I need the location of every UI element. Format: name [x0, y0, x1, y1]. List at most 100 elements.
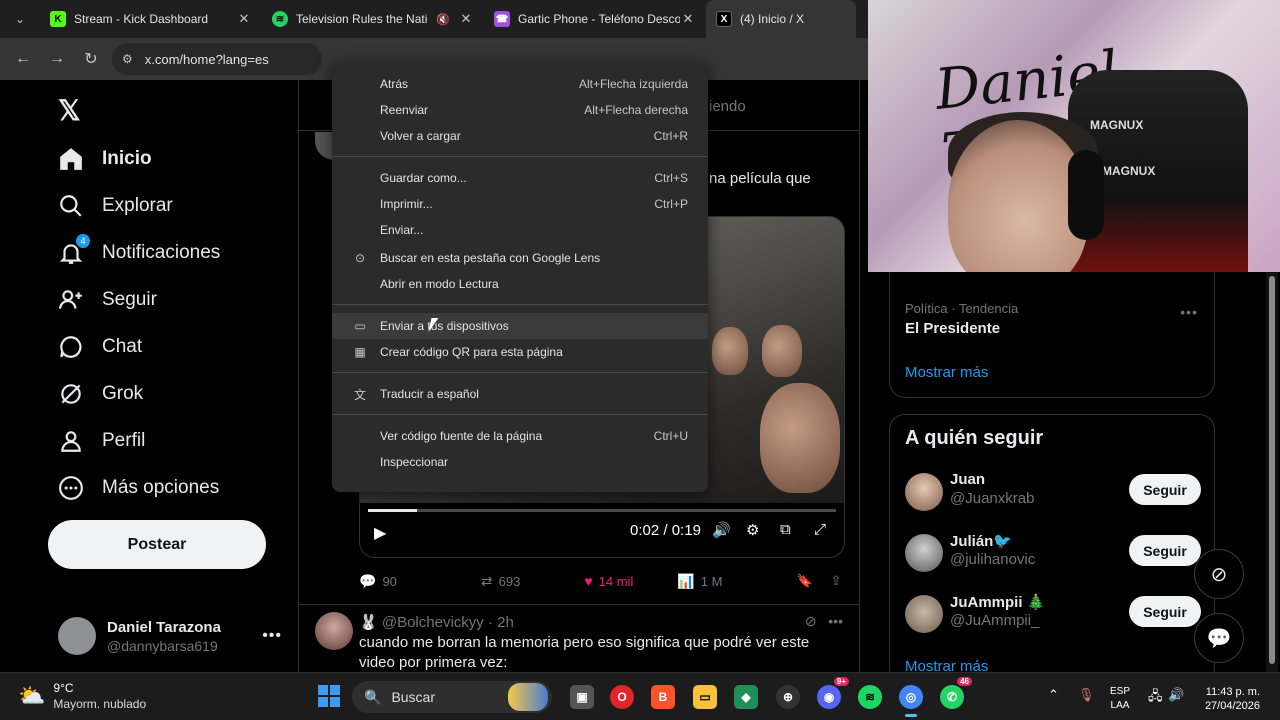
microphone-icon[interactable]: 🎙 — [1078, 687, 1095, 703]
whatsapp-badge: 46 — [957, 677, 972, 686]
close-icon[interactable]: ✕ — [680, 11, 696, 27]
menu-item[interactable]: 文 Traducir a español — [332, 381, 708, 407]
task-view-icon[interactable]: ▣ — [570, 685, 594, 709]
menu-item[interactable]: Enviar... — [332, 217, 708, 243]
menu-item[interactable]: ⊙ Buscar en esta pestaña con Google Lens — [332, 245, 708, 271]
follow-button[interactable]: Seguir — [1129, 535, 1201, 566]
menu-item[interactable]: Inspeccionar — [332, 449, 708, 475]
file-explorer-icon[interactable]: ▭ — [693, 685, 717, 709]
chevron-up-icon[interactable]: ⌃ — [1048, 687, 1059, 703]
menu-item[interactable]: Ver código fuente de la página Ctrl+U — [332, 423, 708, 449]
chrome-icon[interactable]: ◎ — [899, 685, 923, 717]
taskbar-search[interactable]: 🔍 Buscar — [352, 681, 552, 713]
notification-badge: 4 — [76, 234, 90, 248]
reload-icon[interactable]: ↻ — [74, 42, 108, 76]
who-to-follow-title: A quién seguir — [905, 427, 1044, 449]
trend-name[interactable]: El Presidente — [905, 320, 1000, 337]
grok-icon[interactable]: ⊘ — [805, 613, 817, 629]
site-settings-icon[interactable]: ⚙ — [122, 52, 133, 66]
muted-speaker-icon[interactable]: 🔇 — [436, 13, 450, 26]
fullscreen-icon[interactable]: ⤢ — [814, 521, 826, 538]
nav-follow[interactable]: Seguir — [58, 280, 157, 320]
settings-icon[interactable]: ⚙ — [746, 521, 759, 539]
language-indicator[interactable]: ESP LAA — [1110, 685, 1130, 713]
windows-start-icon[interactable] — [318, 685, 340, 707]
avatar[interactable] — [315, 612, 353, 650]
reply-button[interactable]: 💬 90 — [359, 573, 397, 590]
screen-recorder-icon[interactable]: ⊕ — [776, 685, 800, 709]
network-icon[interactable]: 🖧 — [1148, 687, 1163, 709]
menu-item[interactable]: Volver a cargar Ctrl+R — [332, 123, 708, 149]
nav-home[interactable]: Inicio — [58, 139, 152, 179]
post-button[interactable]: Postear — [48, 520, 266, 569]
nav-profile[interactable]: Perfil — [58, 421, 145, 461]
address-bar[interactable]: ⚙ x.com/home?lang=es — [112, 43, 322, 75]
close-icon[interactable]: ✕ — [236, 11, 252, 27]
feed-tab-following[interactable]: iendo — [709, 98, 746, 115]
account-switcher[interactable]: Daniel Tarazona @dannybarsa619 ••• — [58, 614, 282, 658]
spotify-icon[interactable]: ≋ — [858, 685, 882, 709]
pip-icon[interactable]: ⧉ — [780, 521, 791, 538]
whatsapp-icon[interactable]: ✆ 46 — [940, 677, 972, 709]
play-icon[interactable]: ▶ — [374, 523, 386, 543]
video-face — [760, 383, 840, 493]
nav-chat[interactable]: Chat — [58, 327, 142, 367]
show-more-link[interactable]: Mostrar más — [905, 364, 988, 381]
browser-tab-x[interactable]: X (4) Inicio / X — [706, 0, 856, 38]
browser-tab-gartic[interactable]: ☎ Gartic Phone - Teléfono Descon ✕ — [484, 0, 706, 38]
weather-widget[interactable]: ⛅ 9°C Mayorm. nublado — [18, 681, 146, 711]
follow-button[interactable]: Seguir — [1129, 596, 1201, 627]
tweet-time[interactable]: 2h — [497, 614, 514, 631]
menu-item-label: Abrir en modo Lectura — [380, 277, 499, 291]
menu-item[interactable]: ▭ Enviar a tus dispositivos — [332, 313, 708, 339]
follow-suggestion[interactable]: Juan @Juanxkrab Seguir — [905, 471, 1205, 511]
menu-item[interactable]: ▦ Crear código QR para esta página — [332, 339, 708, 365]
app-icon[interactable]: ◆ — [734, 685, 758, 709]
x-logo-icon[interactable]: 𝕏 — [58, 94, 81, 127]
tweet-handle[interactable]: @Bolchevickyy — [382, 614, 484, 631]
nav-more-options[interactable]: Más opciones — [58, 468, 219, 508]
tab-search-button[interactable]: ⌄ — [6, 5, 34, 33]
opera-icon[interactable]: O — [610, 685, 634, 709]
menu-item[interactable]: Guardar como... Ctrl+S — [332, 165, 708, 191]
share-icon[interactable]: ⇪ — [831, 573, 842, 589]
video-progress-fill — [368, 509, 418, 512]
browser-tab-kick[interactable]: K Stream - Kick Dashboard ✕ — [40, 0, 262, 38]
grok-fab-button[interactable]: ⊘ — [1194, 549, 1244, 599]
views-button[interactable]: 📊 1 M — [677, 573, 722, 590]
more-dots-icon[interactable]: ••• — [1180, 304, 1198, 320]
forward-arrow-icon[interactable]: → — [40, 42, 74, 76]
scrollbar-thumb[interactable] — [1269, 276, 1275, 664]
close-icon[interactable]: ✕ — [458, 11, 474, 27]
brave-icon[interactable]: B — [651, 685, 675, 709]
more-dots-icon[interactable]: ••• — [262, 627, 282, 645]
nav-label: Perfil — [102, 430, 146, 451]
messages-fab-button[interactable]: 💬 — [1194, 613, 1244, 663]
browser-tab-spotify[interactable]: ≋ Television Rules the Nation 🔇 ✕ — [262, 0, 484, 38]
menu-item[interactable]: Atrás Alt+Flecha izquierda — [332, 71, 708, 97]
avatar — [905, 534, 943, 572]
repost-button[interactable]: ⇄ 693 — [481, 573, 520, 590]
volume-icon[interactable]: 🔊 — [712, 521, 731, 539]
discord-icon[interactable]: ◉ 9+ — [817, 677, 849, 709]
follow-suggestion[interactable]: JuAmmpii 🎄 @JuAmmpii_ Seguir — [905, 593, 1205, 633]
menu-item[interactable]: Imprimir... Ctrl+P — [332, 191, 708, 217]
nav-notifications[interactable]: 4 Notificaciones — [58, 233, 220, 273]
menu-item[interactable]: Reenviar Alt+Flecha derecha — [332, 97, 708, 123]
headset — [1068, 150, 1104, 240]
bookmark-icon[interactable]: 🔖 — [796, 573, 812, 589]
back-arrow-icon[interactable]: ← — [6, 42, 40, 76]
system-clock[interactable]: 11:43 p. m. 27/04/2026 — [1180, 685, 1260, 713]
nav-label: Chat — [102, 336, 143, 357]
menu-item-shortcut: Alt+Flecha izquierda — [578, 77, 688, 91]
page-scrollbar[interactable] — [1266, 272, 1278, 672]
video-progress-bar[interactable] — [368, 509, 836, 512]
follow-button[interactable]: Seguir — [1129, 474, 1201, 505]
nav-explore[interactable]: Explorar — [58, 186, 173, 226]
like-button[interactable]: ♥ 14 mil — [584, 573, 633, 589]
more-dots-icon[interactable]: ••• — [828, 613, 843, 629]
nav-grok[interactable]: Grok — [58, 374, 143, 414]
trend-category: Política · Tendencia — [905, 301, 1019, 316]
follow-suggestion[interactable]: Julián🐦 @julihanovic Seguir — [905, 532, 1205, 572]
menu-item[interactable]: Abrir en modo Lectura — [332, 271, 708, 297]
